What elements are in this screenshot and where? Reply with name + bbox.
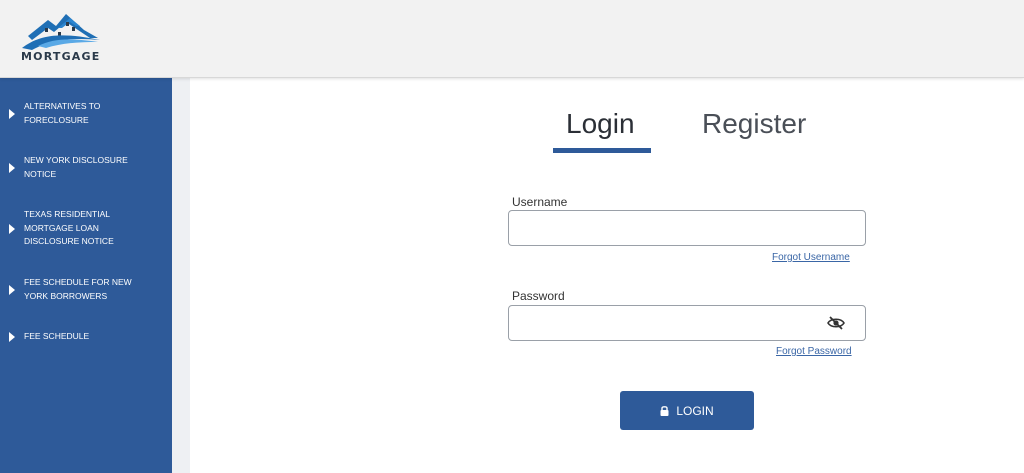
login-button-label: LOGIN <box>676 403 714 418</box>
sidebar-item-new-york-disclosure-notice[interactable]: NEW YORK DISCLOSURE NOTICE <box>0 154 172 182</box>
sidebar-item-fee-schedule-new-york[interactable]: FEE SCHEDULE FOR NEW YORK BORROWERS <box>0 276 172 304</box>
auth-tabs: Login Register <box>553 108 853 154</box>
sidebar-item-label: NEW YORK DISCLOSURE NOTICE <box>24 155 128 179</box>
sidebar-divider <box>172 78 190 473</box>
logo-house-icon <box>22 14 100 50</box>
eye-off-icon[interactable] <box>827 315 845 331</box>
tab-register[interactable]: Register <box>702 108 806 140</box>
play-triangle-icon <box>9 332 15 342</box>
login-button[interactable]: LOGIN <box>620 391 754 430</box>
logo[interactable]: MORTGAGE <box>18 8 106 68</box>
sidebar-item-texas-residential-disclosure[interactable]: TEXAS RESIDENTIAL MORTGAGE LOAN DISCLOSU… <box>0 208 172 250</box>
play-triangle-icon <box>9 224 15 234</box>
sidebar-item-label: TEXAS RESIDENTIAL MORTGAGE LOAN DISCLOSU… <box>24 209 114 246</box>
sidebar: ALTERNATIVES TO FORECLOSURE NEW YORK DIS… <box>0 78 172 473</box>
play-triangle-icon <box>9 109 15 119</box>
sidebar-item-label: FEE SCHEDULE FOR NEW YORK BORROWERS <box>24 277 132 301</box>
logo-text: MORTGAGE <box>21 50 101 63</box>
play-triangle-icon <box>9 285 15 295</box>
username-label: Username <box>512 195 568 209</box>
sidebar-item-fee-schedule[interactable]: FEE SCHEDULE <box>0 330 172 344</box>
username-field[interactable] <box>508 210 866 246</box>
header: MORTGAGE <box>0 0 1024 78</box>
sidebar-item-label: ALTERNATIVES TO FORECLOSURE <box>24 101 101 125</box>
play-triangle-icon <box>9 163 15 173</box>
sidebar-item-alternatives-to-foreclosure[interactable]: ALTERNATIVES TO FORECLOSURE <box>0 100 172 128</box>
active-tab-indicator <box>553 148 651 153</box>
tab-login[interactable]: Login <box>566 108 635 140</box>
forgot-password-link[interactable]: Forgot Password <box>776 346 852 357</box>
sidebar-item-label: FEE SCHEDULE <box>24 331 90 341</box>
forgot-username-link[interactable]: Forgot Username <box>772 252 850 263</box>
password-label: Password <box>512 289 565 303</box>
lock-icon <box>660 406 669 416</box>
password-field[interactable] <box>508 305 866 341</box>
